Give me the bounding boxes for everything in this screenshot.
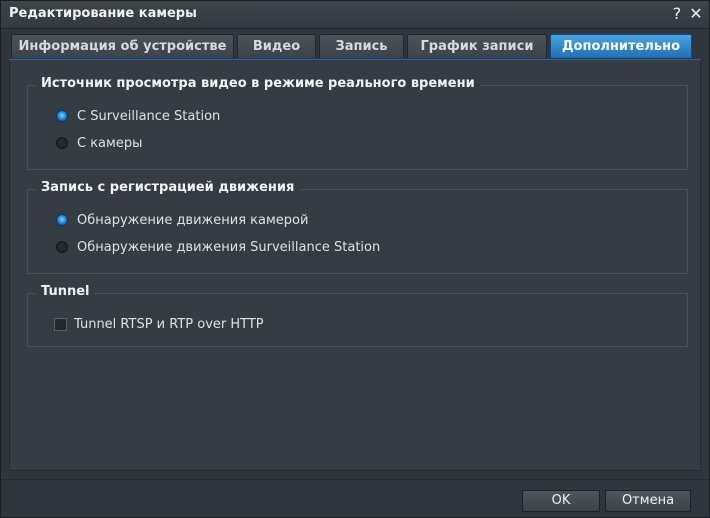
edit-camera-dialog: Редактирование камеры ? ✕ Информация об … — [0, 0, 710, 518]
radio-label: С камеры — [77, 136, 143, 151]
tab-video[interactable]: Видео — [237, 34, 316, 58]
tab-recording[interactable]: Запись — [319, 34, 404, 58]
tunnel-checkbox-label[interactable]: Tunnel RTSP и RTP over HTTP — [74, 316, 264, 334]
tab-recording-schedule[interactable]: График записи — [407, 34, 547, 58]
cancel-button[interactable]: Отмена — [605, 490, 691, 512]
motion-recording-group: Запись с регистрацией движения Обнаружен… — [27, 180, 688, 274]
radio-unselected-icon[interactable] — [56, 137, 68, 149]
footer-divider — [1, 479, 709, 480]
tunnel-group: Tunnel Tunnel RTSP и RTP over HTTP — [27, 284, 688, 347]
tab-bar: Информация об устройстве Видео Запись Гр… — [1, 34, 709, 60]
advanced-panel: Источник просмотра видео в режиме реальн… — [9, 60, 701, 471]
tab-device-info[interactable]: Информация об устройстве — [11, 34, 234, 58]
radio-selected-icon[interactable] — [56, 110, 68, 122]
motion-recording-title: Запись с регистрацией движения — [36, 180, 300, 195]
radio-label: С Surveillance Station — [77, 109, 221, 124]
help-icon[interactable]: ? — [668, 4, 686, 24]
tunnel-title: Tunnel — [36, 284, 95, 299]
close-icon[interactable]: ✕ — [687, 4, 705, 24]
dialog-title: Редактирование камеры — [9, 6, 197, 21]
radio-label: Обнаружение движения Surveillance Statio… — [77, 240, 381, 255]
radio-selected-icon[interactable] — [56, 214, 68, 226]
title-bar[interactable]: Редактирование камеры ? ✕ — [1, 1, 709, 29]
radio-label: Обнаружение движения камерой — [77, 213, 309, 228]
live-view-source-title: Источник просмотра видео в режиме реальн… — [36, 76, 480, 91]
live-view-source-group: Источник просмотра видео в режиме реальн… — [27, 76, 688, 170]
tunnel-checkbox[interactable] — [54, 318, 67, 331]
radio-unselected-icon[interactable] — [56, 241, 68, 253]
tab-advanced[interactable]: Дополнительно — [550, 34, 692, 58]
ok-button[interactable]: OK — [522, 490, 600, 512]
